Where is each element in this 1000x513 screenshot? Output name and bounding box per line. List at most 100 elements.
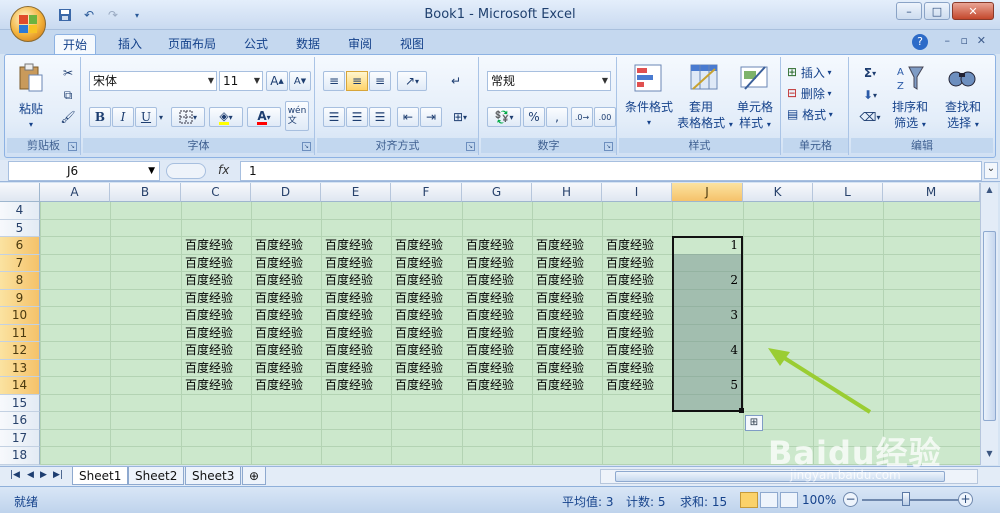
- decrease-indent-icon[interactable]: ⇤: [397, 107, 419, 127]
- vertical-scroll-thumb[interactable]: [983, 231, 996, 421]
- vertical-scrollbar[interactable]: ▲ ▼: [980, 183, 998, 465]
- cell-E6[interactable]: 百度经验: [321, 237, 373, 255]
- cell-E11[interactable]: 百度经验: [321, 325, 373, 343]
- name-box-dropdown-icon[interactable]: ▼: [148, 162, 155, 180]
- select-all-corner[interactable]: [0, 183, 40, 202]
- copy-icon[interactable]: ⧉: [57, 85, 79, 105]
- cell-G12[interactable]: 百度经验: [462, 342, 514, 360]
- ribbon-close-icon[interactable]: ✕: [977, 34, 986, 47]
- zoom-in-icon[interactable]: +: [958, 492, 973, 507]
- column-header-L[interactable]: L: [813, 183, 883, 202]
- zoom-slider-track[interactable]: [862, 499, 958, 501]
- row-header-18[interactable]: 18: [0, 447, 40, 465]
- cell-H8[interactable]: 百度经验: [532, 272, 584, 290]
- row-header-10[interactable]: 10: [0, 307, 40, 325]
- row-header-5[interactable]: 5: [0, 219, 40, 237]
- fill-color-button[interactable]: ◈ ▾: [209, 107, 243, 127]
- cell-D11[interactable]: 百度经验: [251, 325, 303, 343]
- autosum-button[interactable]: Σ ▾: [855, 63, 885, 83]
- cell-G11[interactable]: 百度经验: [462, 325, 514, 343]
- cell-G8[interactable]: 百度经验: [462, 272, 514, 290]
- cell-E12[interactable]: 百度经验: [321, 342, 373, 360]
- clear-button[interactable]: ⌫ ▾: [855, 107, 885, 127]
- tab-formulas[interactable]: 公式: [236, 34, 276, 54]
- percent-button[interactable]: %: [523, 107, 545, 127]
- cell-C10[interactable]: 百度经验: [181, 307, 233, 325]
- row-header-14[interactable]: 14: [0, 377, 40, 395]
- close-button[interactable]: ✕: [952, 2, 994, 20]
- cell-H9[interactable]: 百度经验: [532, 290, 584, 308]
- tab-home[interactable]: 开始: [54, 34, 97, 54]
- cell-J14[interactable]: 5: [730, 378, 738, 392]
- orientation-icon[interactable]: ↗ ▾: [397, 71, 427, 91]
- align-bottom-icon[interactable]: ≡: [369, 71, 391, 91]
- cell-C6[interactable]: 百度经验: [181, 237, 233, 255]
- cell-D8[interactable]: 百度经验: [251, 272, 303, 290]
- align-middle-icon[interactable]: ≡: [346, 71, 368, 91]
- phonetic-button[interactable]: wén 文: [285, 101, 309, 131]
- cell-H10[interactable]: 百度经验: [532, 307, 584, 325]
- prev-sheet-icon[interactable]: ◀: [27, 470, 34, 480]
- borders-button[interactable]: ▾: [171, 107, 205, 127]
- column-header-C[interactable]: C: [181, 183, 251, 202]
- align-top-icon[interactable]: ≡: [323, 71, 345, 91]
- page-break-view-icon[interactable]: [780, 492, 798, 508]
- ribbon-restore-icon[interactable]: ▫: [961, 34, 968, 47]
- cell-J6[interactable]: 1: [730, 238, 738, 252]
- underline-dropdown-icon[interactable]: ▾: [156, 107, 166, 127]
- increase-decimal-icon[interactable]: .0→: [571, 107, 593, 127]
- sort-filter-button[interactable]: 筛选 ▾: [885, 115, 935, 133]
- cell-I11[interactable]: 百度经验: [602, 325, 654, 343]
- row-header-9[interactable]: 9: [0, 289, 40, 307]
- row-header-15[interactable]: 15: [0, 394, 40, 412]
- italic-button[interactable]: I: [112, 107, 134, 127]
- column-header-M[interactable]: M: [883, 183, 980, 202]
- column-header-J[interactable]: J: [672, 183, 743, 202]
- cell-styles-button[interactable]: 样式 ▾: [729, 115, 781, 133]
- comma-button[interactable]: ,: [546, 107, 568, 127]
- zoom-out-icon[interactable]: −: [843, 492, 858, 507]
- cell-I12[interactable]: 百度经验: [602, 342, 654, 360]
- cell-E10[interactable]: 百度经验: [321, 307, 373, 325]
- wrap-text-icon[interactable]: ↵: [445, 71, 467, 91]
- row-header-7[interactable]: 7: [0, 254, 40, 272]
- cell-I9[interactable]: 百度经验: [602, 290, 654, 308]
- fill-handle[interactable]: [739, 408, 744, 413]
- align-center-icon[interactable]: ☰: [346, 107, 368, 127]
- fill-button[interactable]: ⬇ ▾: [855, 85, 885, 105]
- tab-data[interactable]: 数据: [288, 34, 328, 54]
- grow-font-button[interactable]: A ▲: [266, 71, 288, 91]
- accounting-format-icon[interactable]: 💱 ▾: [487, 107, 521, 127]
- row-header-12[interactable]: 12: [0, 342, 40, 360]
- cell-H11[interactable]: 百度经验: [532, 325, 584, 343]
- cell-C13[interactable]: 百度经验: [181, 360, 233, 378]
- cell-J10[interactable]: 3: [730, 308, 738, 322]
- cell-D14[interactable]: 百度经验: [251, 377, 303, 395]
- row-header-8[interactable]: 8: [0, 272, 40, 290]
- cell-D12[interactable]: 百度经验: [251, 342, 303, 360]
- cell-F11[interactable]: 百度经验: [391, 325, 443, 343]
- column-header-B[interactable]: B: [110, 183, 181, 202]
- increase-indent-icon[interactable]: ⇥: [420, 107, 442, 127]
- row-header-11[interactable]: 11: [0, 324, 40, 342]
- cell-I13[interactable]: 百度经验: [602, 360, 654, 378]
- format-as-table-button[interactable]: 表格格式 ▾: [673, 115, 737, 133]
- cell-H12[interactable]: 百度经验: [532, 342, 584, 360]
- cell-I14[interactable]: 百度经验: [602, 377, 654, 395]
- cell-D13[interactable]: 百度经验: [251, 360, 303, 378]
- cell-J8[interactable]: 2: [730, 273, 738, 287]
- sort-filter-label[interactable]: 排序和: [885, 99, 935, 115]
- help-icon[interactable]: ?: [912, 34, 928, 50]
- page-layout-view-icon[interactable]: [760, 492, 778, 508]
- last-sheet-icon[interactable]: ▶|: [53, 470, 63, 480]
- cell-G14[interactable]: 百度经验: [462, 377, 514, 395]
- cell-E7[interactable]: 百度经验: [321, 255, 373, 273]
- selected-range-j6-j14[interactable]: 1 2 3 4 5: [672, 236, 743, 412]
- tab-insert[interactable]: 插入: [110, 34, 150, 54]
- maximize-button[interactable]: □: [924, 2, 950, 20]
- column-header-K[interactable]: K: [743, 183, 813, 202]
- number-format-select[interactable]: 常规 ▼: [487, 71, 611, 91]
- paste-button[interactable]: 粘贴: [11, 101, 51, 117]
- tab-page-layout[interactable]: 页面布局: [160, 34, 224, 54]
- cell-I7[interactable]: 百度经验: [602, 255, 654, 273]
